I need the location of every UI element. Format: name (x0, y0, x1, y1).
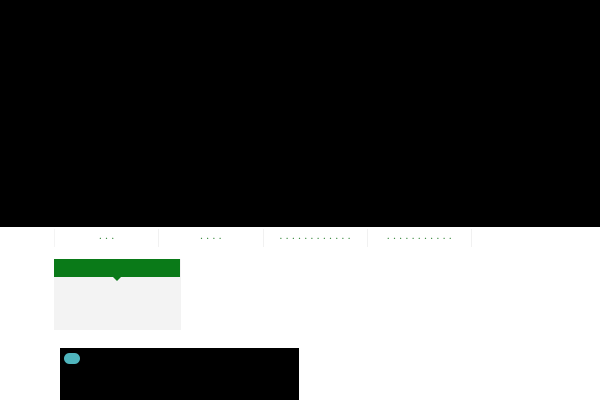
sidebar-panel (54, 259, 181, 330)
panel-header (54, 259, 180, 277)
hero-banner (0, 0, 600, 227)
panel-pointer-icon (113, 277, 121, 281)
nav-item-4[interactable]: ・・・・・・・・・・・ (368, 229, 472, 247)
nav-item-2[interactable]: ・・・・ (159, 229, 264, 247)
page: ・・・ ・・・・ ・・・・・・・・・・・・ ・・・・・・・・・・・ (0, 0, 600, 400)
nav-item-label: ・・・・・・・・・・・ (385, 235, 454, 243)
nav-item-label: ・・・・・・・・・・・・ (277, 235, 353, 243)
pill-badge-icon (64, 353, 80, 364)
main-navigation: ・・・ ・・・・ ・・・・・・・・・・・・ ・・・・・・・・・・・ (54, 229, 472, 247)
media-block[interactable] (60, 348, 299, 400)
nav-item-1[interactable]: ・・・ (54, 229, 160, 247)
nav-item-3[interactable]: ・・・・・・・・・・・・ (264, 229, 368, 247)
nav-item-label: ・・・・ (198, 235, 224, 243)
nav-item-label: ・・・ (97, 235, 116, 243)
panel-body (56, 277, 181, 330)
